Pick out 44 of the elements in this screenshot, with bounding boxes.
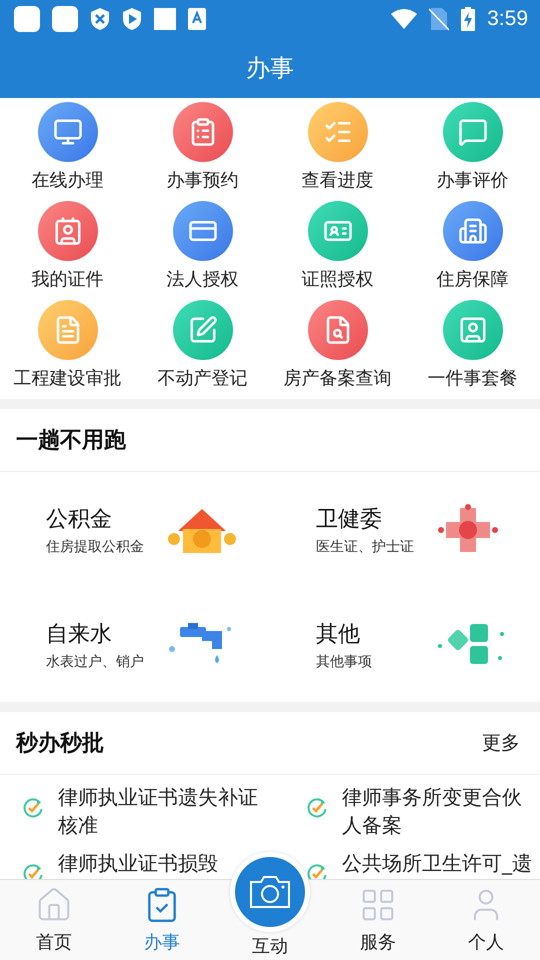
section-title: 一趟不用跑 [16, 427, 126, 455]
notification-icon [14, 6, 40, 32]
no-sim-icon [429, 7, 450, 31]
camera-button[interactable] [235, 857, 305, 927]
refresh-check-icon [306, 797, 328, 819]
service-item[interactable]: 在线办理 [0, 102, 135, 201]
shield-icon [90, 7, 110, 31]
service-link[interactable]: 律师事务所变更合伙人备案 [306, 783, 540, 839]
tab[interactable]: 个人 [432, 880, 540, 960]
service-item[interactable]: 一件事套餐 [405, 300, 540, 399]
service-link[interactable]: 律师执业证书损毁 [22, 849, 218, 879]
shield-icon [122, 7, 142, 31]
refresh-check-icon [22, 863, 44, 879]
service-item[interactable]: 住房保障 [405, 201, 540, 300]
service-item[interactable]: 房产备案查询 [270, 300, 405, 399]
keyboard-icon [188, 8, 206, 30]
notification-icon [52, 6, 78, 32]
more-link[interactable]: 更多 [482, 730, 520, 756]
service-item[interactable]: 法人授权 [135, 201, 270, 300]
battery-charging-icon [461, 7, 476, 31]
service-item[interactable]: 查看进度 [270, 102, 405, 201]
refresh-check-icon [306, 863, 328, 879]
status-time: 3:59 [487, 7, 528, 31]
category-card[interactable]: 公积金 住房提取公积金 [0, 472, 270, 587]
category-card[interactable]: 自来水 水表过户、销户 [0, 587, 270, 702]
section-title: 秒办秒批 [16, 730, 104, 758]
category-card[interactable]: 其他 其他事项 [270, 587, 540, 702]
tab[interactable]: 首页 [0, 880, 108, 960]
tab[interactable]: 服务 [324, 880, 432, 960]
wifi-icon [391, 8, 418, 30]
service-item[interactable]: 办事预约 [135, 102, 270, 201]
square-icon [154, 8, 176, 30]
service-item[interactable]: 工程建设审批 [0, 300, 135, 399]
category-card[interactable]: 卫健委 医生证、护士证 [270, 472, 540, 587]
tab[interactable]: 办事 [108, 880, 216, 960]
service-item[interactable]: 我的证件 [0, 201, 135, 300]
service-item[interactable]: 办事评价 [405, 102, 540, 201]
service-item[interactable]: 证照授权 [270, 201, 405, 300]
service-link[interactable]: 律师执业证书遗失补证核准 [22, 783, 268, 839]
refresh-check-icon [22, 797, 44, 819]
page-title: 办事 [246, 53, 294, 84]
service-item[interactable]: 不动产登记 [135, 300, 270, 399]
service-link[interactable]: 公共场所卫生许可_遗 [306, 849, 532, 879]
camera-icon [248, 874, 292, 910]
